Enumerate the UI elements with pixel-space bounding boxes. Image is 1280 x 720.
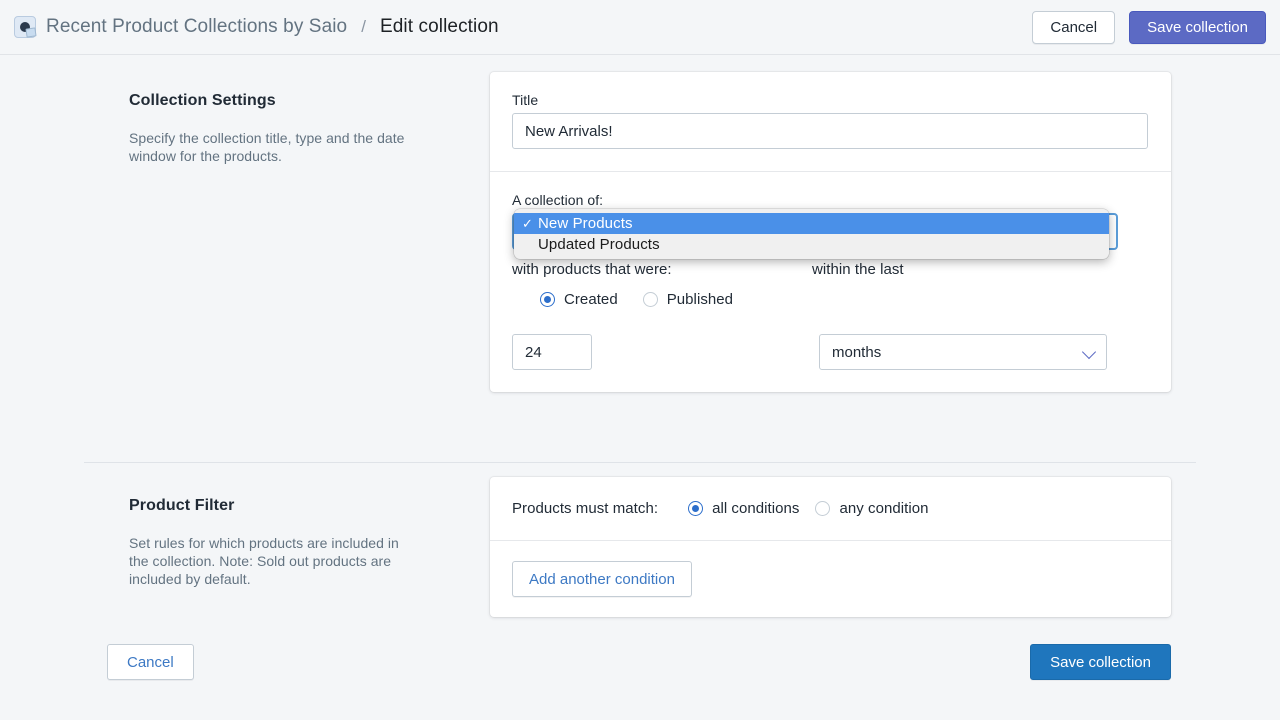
product-state-radio-group: Created Published (512, 291, 1149, 308)
collection-of-label: A collection of: (512, 192, 1149, 208)
top-bar: Recent Product Collections by Saio / Edi… (0, 0, 1280, 55)
duration-spacer (592, 334, 819, 370)
product-filter-aside: Product Filter Set rules for which produ… (0, 477, 385, 617)
breadcrumb-app-link[interactable]: Recent Product Collections by Saio (46, 16, 347, 38)
duration-row: months (512, 334, 1149, 370)
collection-settings-section: Collection Settings Specify the collecti… (0, 72, 1280, 392)
product-filter-description: Set rules for which products are include… (129, 534, 419, 588)
save-collection-button-bottom[interactable]: Save collection (1030, 644, 1171, 680)
match-conditions-row: Products must match: all conditions any … (490, 477, 1171, 540)
save-collection-button-top[interactable]: Save collection (1129, 11, 1266, 44)
radio-published-label: Published (667, 291, 733, 308)
radio-all-conditions-label: all conditions (712, 500, 799, 517)
title-field-block: Title (490, 72, 1171, 171)
radio-created-label: Created (564, 291, 618, 308)
collection-of-dropdown-popup[interactable]: ✓ New Products Updated Products (514, 209, 1109, 259)
breadcrumb-separator: / (361, 17, 366, 37)
radio-published[interactable] (643, 292, 658, 307)
breadcrumb-current: Edit collection (380, 16, 499, 38)
title-field-label: Title (512, 92, 1149, 108)
check-icon: ✓ (522, 216, 538, 232)
radio-all-conditions[interactable] (688, 501, 703, 516)
product-filter-card: Products must match: all conditions any … (490, 477, 1171, 617)
duration-unit-select-wrap: months (819, 334, 1107, 370)
dropdown-option-new-products[interactable]: ✓ New Products (514, 213, 1109, 234)
dropdown-option-updated-products[interactable]: Updated Products (514, 234, 1109, 255)
product-filter-title: Product Filter (129, 497, 385, 515)
breadcrumb: Recent Product Collections by Saio / Edi… (0, 16, 499, 38)
collection-type-block: A collection of: ✓ New Products Updated … (490, 172, 1171, 392)
collection-settings-title: Collection Settings (129, 92, 385, 110)
radio-any-condition[interactable] (815, 501, 830, 516)
duration-value-input[interactable] (512, 334, 592, 370)
radio-created[interactable] (540, 292, 555, 307)
match-label: Products must match: (512, 500, 658, 517)
dropdown-option-label: Updated Products (538, 236, 660, 253)
page-body: Collection Settings Specify the collecti… (0, 55, 1280, 720)
within-the-last-label: within the last (812, 261, 904, 278)
page-footer: Cancel Save collection (0, 644, 1280, 680)
add-condition-block: Add another condition (490, 541, 1171, 617)
radio-any-condition-label: any condition (839, 500, 928, 517)
with-products-label: with products that were: (512, 261, 812, 278)
cancel-button-top[interactable]: Cancel (1032, 11, 1115, 44)
condition-labels-row: with products that were: within the last (512, 261, 1149, 278)
camera-app-icon (14, 16, 36, 38)
add-another-condition-button[interactable]: Add another condition (512, 561, 692, 597)
collection-settings-aside: Collection Settings Specify the collecti… (0, 72, 385, 392)
dropdown-option-label: New Products (538, 215, 633, 232)
collection-settings-card: Title A collection of: ✓ New Products (490, 72, 1171, 392)
product-filter-section: Product Filter Set rules for which produ… (0, 477, 1280, 617)
duration-unit-value: months (832, 344, 881, 361)
section-divider (84, 462, 1196, 463)
app-window: Recent Product Collections by Saio / Edi… (0, 0, 1280, 720)
collection-of-select-wrap: ✓ New Products Updated Products (512, 213, 1118, 250)
title-input[interactable] (512, 113, 1148, 149)
top-bar-actions: Cancel Save collection (1032, 11, 1280, 44)
collection-settings-description: Specify the collection title, type and t… (129, 129, 419, 165)
cancel-button-bottom[interactable]: Cancel (107, 644, 194, 680)
duration-unit-select[interactable]: months (819, 334, 1107, 370)
